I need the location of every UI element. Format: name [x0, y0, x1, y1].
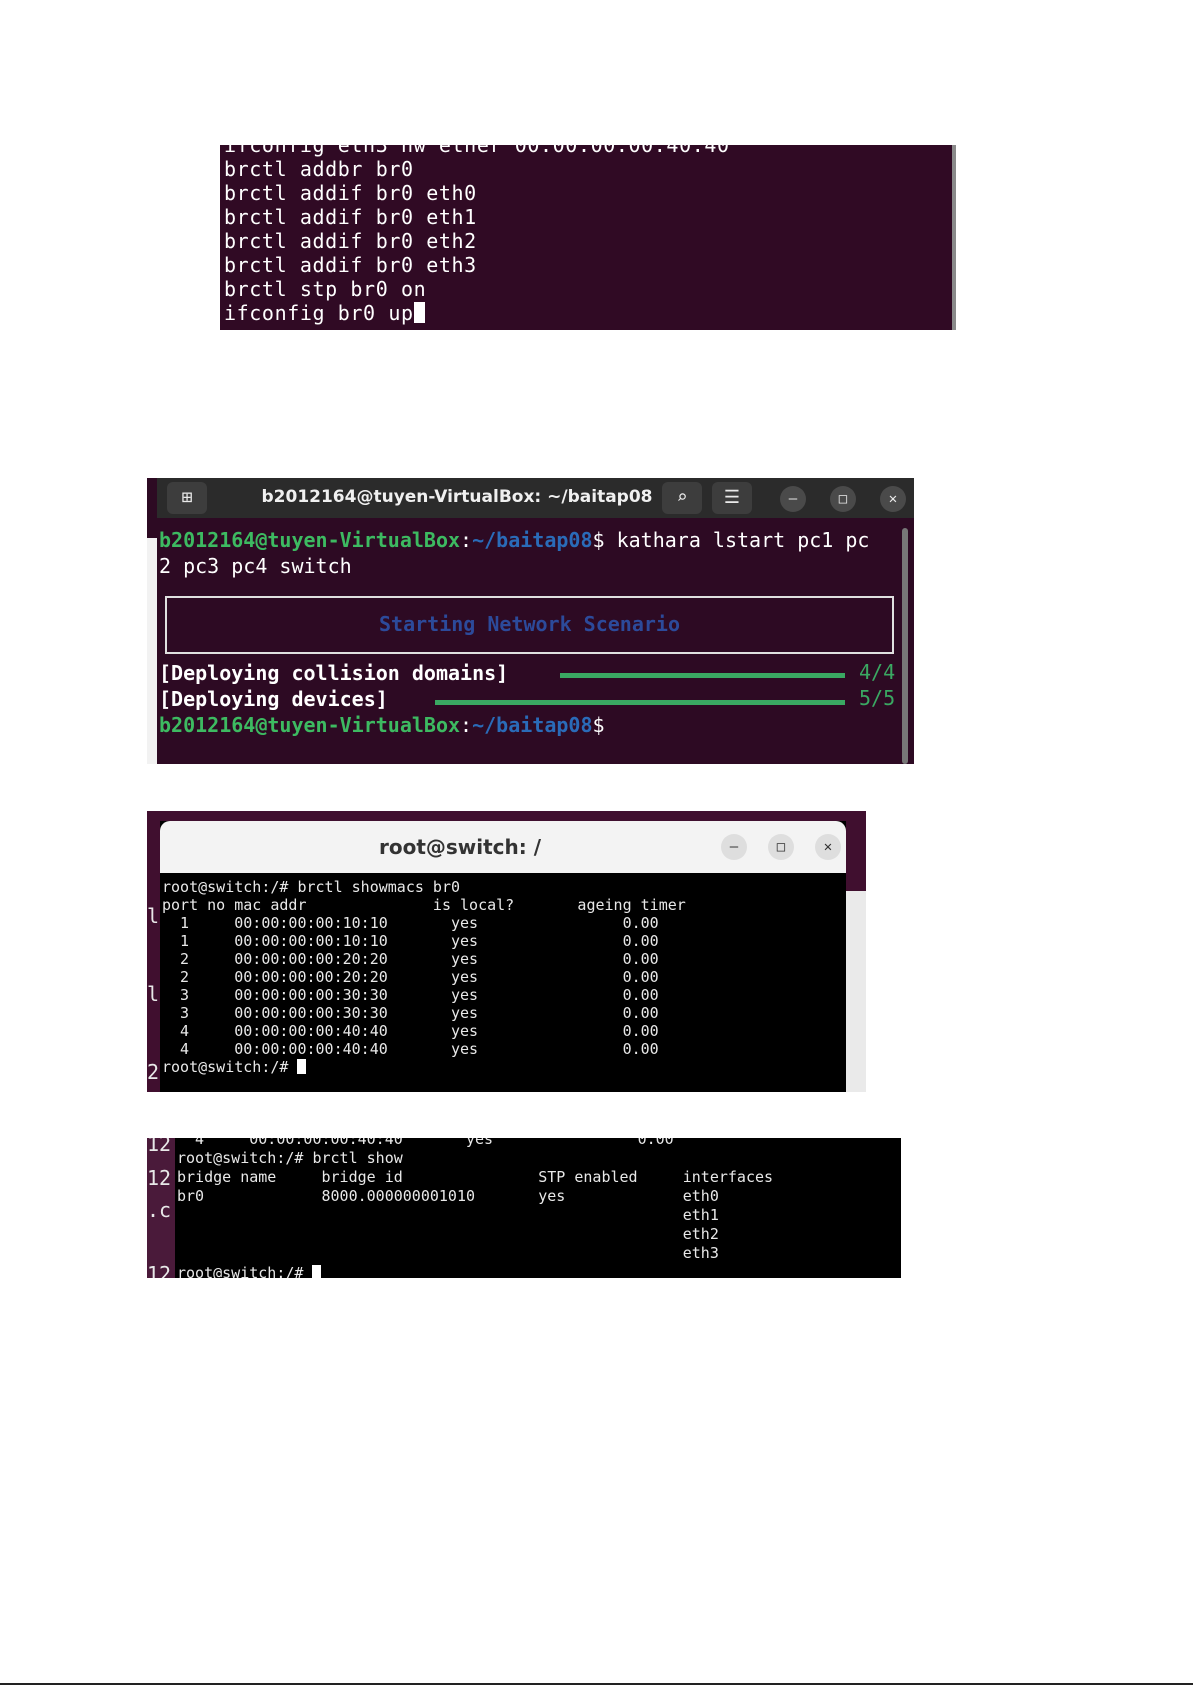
terminal-command-line: b2012164@tuyen-VirtualBox:~/baitap08$ ka…	[159, 527, 869, 553]
prompt-colon: :	[460, 713, 473, 737]
table-row: eth1	[177, 1206, 719, 1224]
terminal-line: brctl addif br0 eth1	[224, 205, 477, 229]
window-title: b2012164@tuyen-VirtualBox: ~/baitap08	[261, 487, 653, 507]
terminal-prompt-line: root@switch:/#	[177, 1264, 322, 1278]
terminal-line: brctl stp br0 on	[224, 277, 427, 301]
prompt-colon: :	[460, 528, 473, 552]
table-row: 2 00:00:00:00:20:20 yes 0.00	[162, 968, 659, 986]
maximize-icon[interactable]: □	[768, 834, 794, 860]
background-strip	[147, 538, 157, 764]
deploy-collision-domains-label: [Deploying collision domains]	[159, 661, 509, 685]
terminal-line: brctl addif br0 eth3	[224, 253, 477, 277]
terminal-line: brctl addif br0 eth2	[224, 229, 477, 253]
prompt-dollar: $	[592, 713, 605, 737]
window-title: root@switch: /	[378, 835, 542, 859]
search-icon[interactable]: ⌕	[662, 482, 702, 514]
scenario-banner: Starting Network Scenario	[165, 596, 894, 654]
table-row: 4 00:00:00:00:40:40 yes 0.00	[162, 1022, 659, 1040]
prompt-text: root@switch:/#	[162, 1058, 298, 1076]
background-window-edge	[846, 891, 866, 1092]
table-row: eth3	[177, 1244, 719, 1262]
table-row: 2 00:00:00:00:20:20 yes 0.00	[162, 950, 659, 968]
edge-char: 12	[147, 1262, 172, 1278]
new-tab-icon[interactable]: ⊞	[167, 482, 207, 514]
table-header: bridge name bridge id STP enabled interf…	[177, 1168, 774, 1186]
terminal-command: root@switch:/# brctl show	[177, 1149, 403, 1167]
terminal-prompt-line: b2012164@tuyen-VirtualBox:~/baitap08$	[159, 712, 605, 738]
table-row: 4 00:00:00:00:40:40 yes 0.00	[162, 1040, 659, 1058]
text-cursor	[312, 1265, 322, 1278]
terminal-prompt-line: root@switch:/#	[162, 1058, 307, 1076]
terminal-line-text: ifconfig br0 up	[224, 301, 414, 325]
prompt-text: root@switch:/#	[177, 1264, 313, 1278]
edge-char: 12	[147, 1138, 172, 1156]
table-row: 3 00:00:00:00:30:30 yes 0.00	[162, 986, 659, 1004]
collision-domains-count: 4/4	[859, 660, 896, 684]
minimize-icon[interactable]: –	[721, 834, 747, 860]
table-row: 4 00:00:00:00:40:40 yes 0.00	[177, 1138, 674, 1148]
window-titlebar: ⊞ b2012164@tuyen-VirtualBox: ~/baitap08 …	[157, 478, 914, 518]
table-row: br0 8000.000000001010 yes eth0	[177, 1187, 719, 1205]
banner-text: Starting Network Scenario	[378, 612, 681, 636]
background-terminal-edge: l l 2 y 2 2 2 2	[147, 851, 160, 1092]
edge-char: 12	[147, 1166, 172, 1190]
edge-char: l	[147, 904, 160, 928]
terminal-command-wrap: 2 pc3 pc4 switch	[159, 554, 352, 578]
kathara-terminal-window: ⊞ b2012164@tuyen-VirtualBox: ~/baitap08 …	[147, 478, 914, 764]
maximize-icon[interactable]: □	[830, 486, 856, 512]
prompt-user: b2012164@tuyen-VirtualBox	[159, 713, 461, 737]
scrollbar[interactable]	[902, 528, 908, 764]
switch-terminal-screenshot: l l 2 y 2 2 2 2 root@switch: / – □ ✕ roo…	[147, 811, 866, 1092]
terminal-line: ifconfig eth3 hw ether 00:00:00:00:40:40	[224, 145, 730, 157]
terminal-command: root@switch:/# brctl showmacs br0	[162, 878, 461, 896]
terminal-line: brctl addif br0 eth0	[224, 181, 477, 205]
deploy-devices-label: [Deploying devices]	[159, 687, 388, 711]
prompt-path: ~/baitap08	[472, 528, 593, 552]
prompt-path: ~/baitap08	[472, 713, 593, 737]
devices-count: 5/5	[859, 686, 896, 710]
collision-domains-progress-bar	[560, 673, 845, 678]
text-cursor	[297, 1059, 307, 1074]
table-row: eth2	[177, 1225, 719, 1243]
table-row: 1 00:00:00:00:10:10 yes 0.00	[162, 932, 659, 950]
table-row: 1 00:00:00:00:10:10 yes 0.00	[162, 914, 659, 932]
edge-char: .c	[147, 1198, 172, 1222]
terminal-snippet-commands: ifconfig eth3 hw ether 00:00:00:00:40:40…	[220, 145, 956, 330]
devices-progress-bar	[435, 700, 845, 705]
command-text: kathara lstart pc1 pc	[604, 528, 870, 552]
close-icon[interactable]: ✕	[815, 834, 841, 860]
close-icon[interactable]: ✕	[880, 486, 906, 512]
prompt-dollar: $	[592, 528, 605, 552]
terminal-last-line: ifconfig br0 up	[224, 301, 425, 325]
window-border	[952, 145, 956, 330]
window-titlebar: root@switch: / – □ ✕	[160, 821, 846, 873]
text-cursor	[413, 302, 425, 323]
edge-char: 2	[147, 1060, 160, 1084]
switch-terminal-window: root@switch: / – □ ✕ root@switch:/# brct…	[160, 821, 846, 1092]
prompt-user: b2012164@tuyen-VirtualBox	[159, 528, 461, 552]
brctl-show-screenshot: 12 12 .c 12 4 00:00:00:00:40:40 yes 0.00…	[147, 1138, 901, 1278]
table-header: port no mac addr is local? ageing timer	[162, 896, 686, 914]
minimize-icon[interactable]: –	[780, 486, 806, 512]
hamburger-menu-icon[interactable]: ☰	[712, 482, 752, 514]
table-row: 3 00:00:00:00:30:30 yes 0.00	[162, 1004, 659, 1022]
terminal-line: brctl addbr br0	[224, 157, 414, 181]
edge-char: l	[147, 982, 160, 1006]
